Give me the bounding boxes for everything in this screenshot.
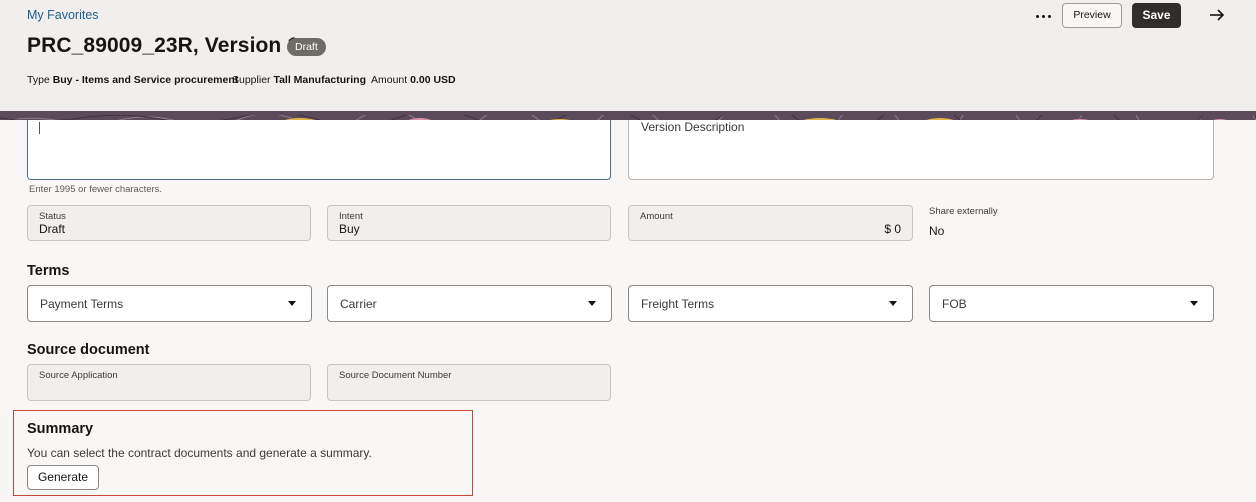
type-value: Buy - Items and Service procurement <box>52 74 239 86</box>
arrow-right-icon[interactable] <box>1208 5 1226 25</box>
text-cursor <box>39 122 40 134</box>
more-actions-button[interactable] <box>1030 5 1056 27</box>
amount-info: Amount 0.00 USD <box>371 74 456 86</box>
decorative-banner <box>0 111 1256 120</box>
freight-terms-select[interactable]: Freight Terms <box>628 285 913 322</box>
preview-button[interactable]: Preview <box>1062 3 1122 28</box>
more-horizontal-icon <box>1035 14 1039 18</box>
source-application-field: Source Application <box>27 364 311 401</box>
intent-label: Intent <box>339 211 363 222</box>
supplier-info: Supplier Tall Manufacturing <box>232 74 366 86</box>
supplier-label: Supplier <box>232 74 271 86</box>
status-value: Draft <box>39 222 66 236</box>
amount-field: Amount $ 0 <box>628 205 913 241</box>
source-document-number-label: Source Document Number <box>339 370 452 381</box>
status-badge: Draft <box>287 38 326 56</box>
status-label: Status <box>39 211 66 222</box>
chevron-down-icon <box>588 301 596 306</box>
intent-field: Intent Buy <box>327 205 611 241</box>
type-info: Type Buy - Items and Service procurement <box>27 74 238 86</box>
summary-heading: Summary <box>27 421 94 437</box>
version-description-textarea[interactable]: Version Description <box>628 114 1214 180</box>
source-document-heading: Source document <box>27 342 150 358</box>
share-externally-value: No <box>929 224 945 238</box>
chevron-down-icon <box>1190 301 1198 306</box>
freight-terms-label: Freight Terms <box>641 297 715 311</box>
save-button[interactable]: Save <box>1132 3 1181 28</box>
type-label: Type <box>27 74 50 86</box>
form-content: Version Description Enter 1995 or fewer … <box>0 114 1256 502</box>
fob-label: FOB <box>942 297 967 311</box>
summary-section: Summary You can select the contract docu… <box>13 410 473 496</box>
summary-description: You can select the contract documents an… <box>27 446 372 460</box>
my-favorites-link[interactable]: My Favorites <box>27 8 99 22</box>
page-title: PRC_89009_23R, Version 1 <box>27 34 300 57</box>
page-header: My Favorites PRC_89009_23R, Version 1 Dr… <box>0 0 1256 111</box>
chevron-down-icon <box>288 301 296 306</box>
amount-label: Amount <box>371 74 408 86</box>
source-document-number-field: Source Document Number <box>327 364 611 401</box>
status-field: Status Draft <box>27 205 311 241</box>
supplier-value: Tall Manufacturing <box>273 74 367 86</box>
description-textarea[interactable] <box>27 114 611 180</box>
source-application-label: Source Application <box>39 370 118 381</box>
generate-button[interactable]: Generate <box>27 465 99 490</box>
fob-select[interactable]: FOB <box>929 285 1214 322</box>
amount-value: $ 0 <box>884 222 901 236</box>
share-externally-label: Share externally <box>929 206 998 217</box>
payment-terms-select[interactable]: Payment Terms <box>27 285 312 322</box>
terms-heading: Terms <box>27 263 70 279</box>
payment-terms-label: Payment Terms <box>40 297 124 311</box>
intent-value: Buy <box>339 222 360 236</box>
amount-value: 0.00 USD <box>410 74 456 86</box>
version-description-label: Version Description <box>641 120 745 134</box>
amount-label: Amount <box>640 211 673 222</box>
carrier-label: Carrier <box>340 297 377 311</box>
description-helper-text: Enter 1995 or fewer characters. <box>29 184 163 195</box>
carrier-select[interactable]: Carrier <box>327 285 612 322</box>
chevron-down-icon <box>889 301 897 306</box>
